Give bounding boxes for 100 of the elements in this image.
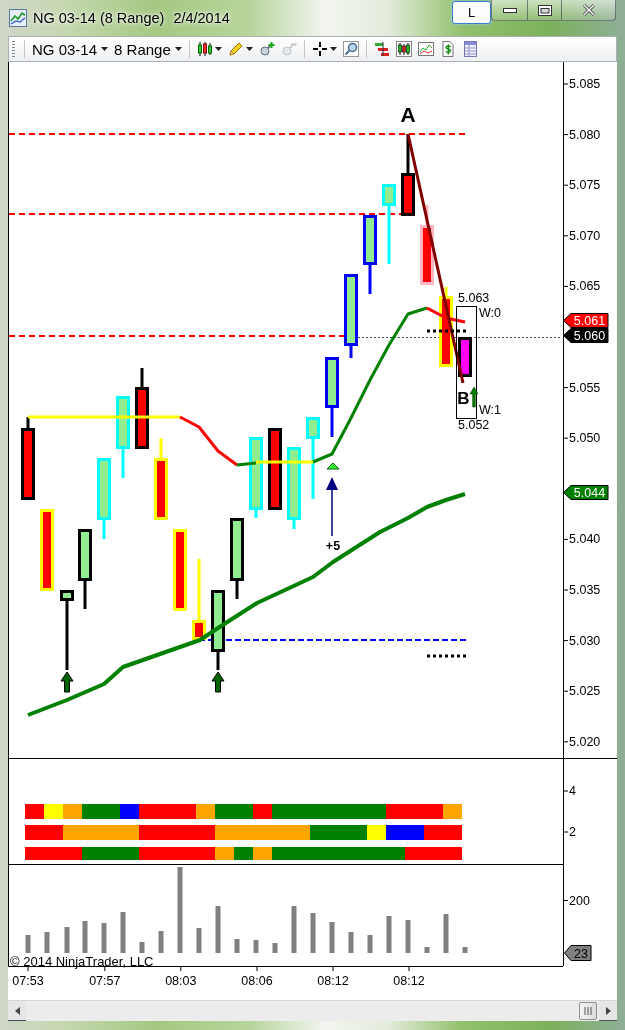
volume-bar	[82, 921, 88, 953]
indicator-segment	[25, 847, 82, 860]
volume-bar	[291, 906, 297, 953]
axis-label: 5.085	[569, 77, 601, 91]
caret-icon	[214, 47, 222, 51]
table-icon	[461, 41, 478, 57]
volume-bar	[329, 922, 335, 953]
time-label: 08:12	[317, 974, 349, 988]
dotted-line	[427, 654, 467, 658]
axis-label: 5.055	[569, 380, 601, 395]
line-chart-icon	[417, 41, 434, 57]
annotation-label: W:1	[479, 403, 501, 417]
candlestick-chart-icon	[395, 41, 412, 57]
pencil-icon	[227, 41, 244, 57]
volume-bar	[348, 932, 354, 953]
axis-label: 5.050	[569, 431, 601, 446]
volume-bar	[196, 928, 202, 953]
point-label: B	[457, 388, 470, 408]
up-arrow-icon	[211, 671, 225, 693]
volume-bar	[25, 935, 31, 953]
left-arrow-icon	[14, 1006, 20, 1015]
caret-icon	[329, 47, 337, 51]
close-icon	[581, 4, 596, 16]
axis-label: 5.025	[569, 684, 601, 699]
volume-bar	[101, 923, 107, 953]
toolbar-grip[interactable]	[12, 41, 15, 57]
volume-bar	[120, 912, 126, 953]
indicator-segment	[82, 847, 139, 860]
triangle-icon	[326, 462, 340, 470]
instrument-dropdown[interactable]: NG 03-14	[29, 38, 112, 60]
axis-label: 5.070	[569, 228, 601, 243]
window-date: 2/4/2014	[173, 9, 230, 27]
time-label: 07:53	[12, 974, 44, 988]
copyright-text: © 2014 NinjaTrader, LLC	[10, 954, 154, 969]
annotation-label: W:0	[479, 306, 501, 320]
caret-icon	[245, 47, 253, 51]
price-marker: 5.044	[563, 485, 609, 500]
point-label: A	[400, 102, 416, 126]
axis-label: 5.075	[569, 178, 601, 193]
minimize-icon	[502, 7, 517, 13]
axis-label: 5.080	[569, 127, 601, 142]
volume-bar	[215, 906, 221, 953]
volume-marker: 23	[564, 945, 592, 961]
horizontal-bars-icon	[373, 41, 390, 57]
up-arrow-icon	[326, 477, 338, 537]
chart-app-icon	[9, 9, 27, 27]
minimize-button[interactable]	[491, 0, 527, 21]
signal-label: +5	[325, 539, 341, 553]
volume-bar	[405, 920, 411, 953]
volume-bar	[234, 939, 240, 953]
maximize-icon	[537, 4, 552, 16]
dollar-document-icon	[439, 41, 456, 57]
candlestick	[458, 337, 472, 377]
indicator-segment	[234, 847, 253, 860]
volume-bar	[253, 940, 259, 953]
price-marker: 5.061	[563, 313, 609, 328]
price-label: 5.063	[458, 291, 490, 305]
volume-bar	[139, 942, 145, 953]
crosshair-icon	[311, 41, 328, 57]
period-dropdown[interactable]: 8 Range	[111, 38, 185, 60]
caret-icon	[174, 47, 182, 51]
up-arrow-icon	[469, 386, 479, 408]
volume-bar	[64, 927, 70, 953]
axis-label: 4	[569, 784, 576, 798]
price-label: 5.052	[458, 418, 490, 432]
window-title: NG 03-14 (8 Range)	[33, 9, 165, 27]
volume-bar	[386, 916, 392, 953]
volume-bar	[310, 913, 316, 953]
indicator-segment	[25, 804, 44, 819]
volume-bar	[462, 947, 468, 953]
indicator-segment	[44, 804, 63, 819]
magnifier-icon	[342, 41, 359, 57]
axis-label: 5.040	[569, 532, 601, 547]
volume-bar	[272, 943, 278, 953]
indicator-segment	[424, 825, 462, 840]
axis-label: 2	[569, 825, 576, 839]
volume-bar	[367, 935, 373, 953]
maximize-button[interactable]	[527, 0, 562, 21]
time-label: 08:12	[393, 974, 425, 988]
time-label: 08:06	[241, 974, 273, 988]
price-marker: 5.060	[563, 328, 609, 343]
scrollbar-thumb[interactable]	[579, 1001, 597, 1020]
up-arrow-icon	[60, 671, 74, 693]
volume-bar	[424, 947, 430, 953]
axis-label: 5.035	[569, 583, 601, 597]
zoom-out-icon	[280, 41, 297, 57]
volume-bar	[158, 931, 164, 953]
time-label: 08:03	[165, 974, 197, 988]
right-arrow-icon	[605, 1006, 611, 1015]
grip-icon	[584, 1006, 592, 1015]
window-option-button[interactable]: L	[452, 1, 491, 24]
axis-label: 5.030	[569, 633, 601, 648]
axis-label: 5.065	[569, 279, 601, 294]
candlestick-icon	[196, 41, 213, 57]
dotted-line	[427, 329, 467, 333]
caret-icon	[101, 47, 109, 51]
volume-bar	[44, 932, 50, 953]
axis-label: 5.020	[569, 734, 601, 749]
axis-label: 200	[569, 893, 590, 908]
zoom-in-icon	[258, 41, 275, 57]
